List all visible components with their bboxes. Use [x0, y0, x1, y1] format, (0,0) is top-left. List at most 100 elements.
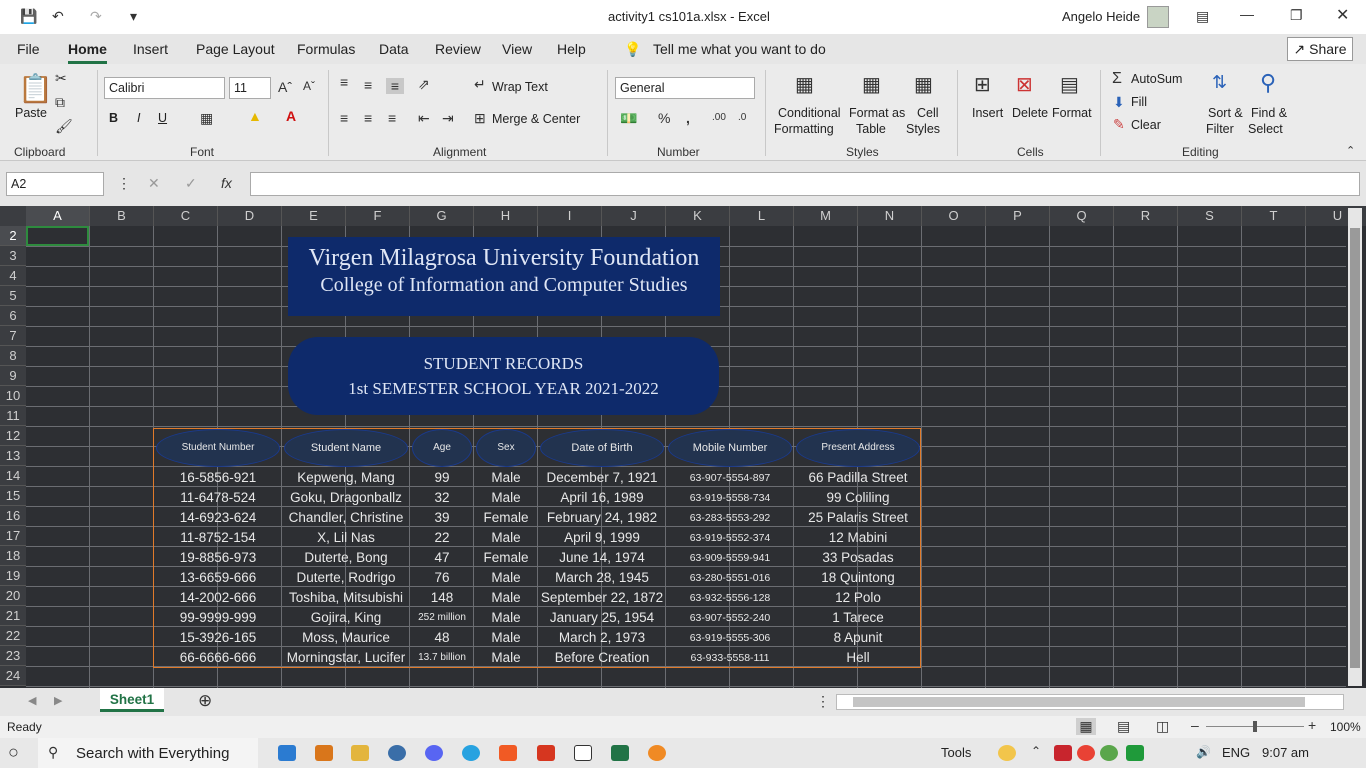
tab-home[interactable]: Home [68, 34, 107, 64]
sort-filter-label[interactable]: Sort & [1208, 106, 1243, 120]
search-app-icon[interactable] [648, 745, 666, 761]
align-middle-icon[interactable]: ≡ [364, 77, 372, 93]
row-header-10[interactable]: 10 [0, 386, 26, 406]
table-cell[interactable]: 33 Posadas [794, 548, 922, 568]
autosum-button[interactable]: AutoSum [1131, 72, 1182, 86]
table-cell[interactable]: Female [474, 548, 538, 568]
table-cell[interactable]: 63-907-5552-240 [666, 608, 794, 628]
close-icon[interactable]: ✕ [1336, 5, 1349, 25]
column-header-g[interactable]: G [410, 206, 474, 226]
increase-font-icon[interactable]: Aˆ [278, 79, 292, 95]
next-sheet-icon[interactable]: ▶ [54, 694, 62, 707]
row-header-12[interactable]: 12 [0, 426, 26, 446]
excel-icon[interactable] [611, 745, 629, 761]
active-cell-a2[interactable] [26, 226, 89, 246]
table-cell[interactable]: 76 [410, 568, 474, 588]
clear-button[interactable]: Clear [1131, 118, 1161, 132]
font-color-icon[interactable]: A [286, 108, 296, 124]
worksheet-grid[interactable]: ABCDEFGHIJKLMNOPQRSTU 2 3 4 5 6 7 8 9 10 11 12 13 14… [0, 206, 1366, 688]
table-cell[interactable]: 18 Quintong [794, 568, 922, 588]
table-cell[interactable]: 11-8752-154 [154, 528, 282, 548]
column-header-h[interactable]: H [474, 206, 538, 226]
table-cell[interactable]: 12 Polo [794, 588, 922, 608]
table-cell[interactable]: January 25, 1954 [538, 608, 666, 628]
zoom-slider-thumb[interactable] [1253, 721, 1257, 732]
row-header-16[interactable]: 16 [0, 506, 26, 526]
table-cell[interactable]: 15-3926-165 [154, 628, 282, 648]
vscode-icon[interactable] [278, 745, 296, 761]
delete-cells-button[interactable]: Delete [1012, 106, 1048, 120]
font-name-select[interactable]: Calibri [104, 77, 225, 99]
paste-button[interactable]: Paste [15, 106, 47, 120]
row-header-5[interactable]: 5 [0, 286, 26, 306]
table-cell[interactable]: Male [474, 468, 538, 488]
table-cell[interactable]: 14-6923-624 [154, 508, 282, 528]
insert-cells-button[interactable]: Insert [972, 106, 1003, 120]
table-cell[interactable]: Duterte, Rodrigo [282, 568, 410, 588]
tab-data[interactable]: Data [379, 34, 409, 64]
table-cell[interactable]: 148 [410, 588, 474, 608]
horizontal-scroll-thumb[interactable] [853, 697, 1305, 707]
notion-icon[interactable] [574, 745, 592, 761]
row-header-11[interactable]: 11 [0, 406, 26, 426]
horizontal-scrollbar[interactable] [836, 694, 1344, 710]
column-header-i[interactable]: I [538, 206, 602, 226]
row-header-22[interactable]: 22 [0, 626, 26, 646]
table-cell[interactable]: Male [474, 648, 538, 668]
volume-icon[interactable]: 🔊 [1196, 745, 1214, 761]
row-header-19[interactable]: 19 [0, 566, 26, 586]
decrease-font-icon[interactable]: Aˇ [303, 79, 315, 93]
row-header-2[interactable]: 2 [0, 226, 26, 246]
tab-formulas[interactable]: Formulas [297, 34, 355, 64]
table-cell[interactable]: 12 Mabini [794, 528, 922, 548]
table-cell[interactable]: Chandler, Christine [282, 508, 410, 528]
customize-qat-icon[interactable]: ▾ [130, 8, 137, 25]
align-right-icon[interactable]: ≡ [388, 110, 396, 126]
table-cell[interactable]: September 22, 1872 [538, 588, 666, 608]
table-cell[interactable]: February 24, 1982 [538, 508, 666, 528]
table-cell[interactable]: 25 Palaris Street [794, 508, 922, 528]
table-cell[interactable]: 16-5856-921 [154, 468, 282, 488]
row-header-24[interactable]: 24 [0, 666, 26, 686]
table-cell[interactable]: 99-9999-999 [154, 608, 282, 628]
row-header-23[interactable]: 23 [0, 646, 26, 666]
row-header-3[interactable]: 3 [0, 246, 26, 266]
vertical-scrollbar[interactable] [1348, 208, 1362, 686]
increase-indent-icon[interactable]: ⇥ [442, 110, 454, 127]
row-header-7[interactable]: 7 [0, 326, 26, 346]
align-top-icon[interactable]: ≡ [340, 74, 348, 90]
user-name[interactable]: Angelo Heide [1062, 0, 1140, 34]
font-size-select[interactable]: 11 [229, 77, 271, 99]
table-cell[interactable]: Male [474, 628, 538, 648]
table-cell[interactable]: 47 [410, 548, 474, 568]
increase-decimal-icon[interactable]: .00 [712, 112, 726, 123]
table-cell[interactable]: 66 Padilla Street [794, 468, 922, 488]
find-select-sublabel[interactable]: Select [1248, 122, 1283, 136]
row-header-9[interactable]: 9 [0, 366, 26, 386]
table-cell[interactable]: X, Lil Nas [282, 528, 410, 548]
table-cell[interactable]: Kepweng, Mang [282, 468, 410, 488]
column-header-q[interactable]: Q [1050, 206, 1114, 226]
format-as-table-label[interactable]: Format as [849, 106, 905, 120]
tray-green-icon[interactable] [1126, 745, 1144, 761]
accounting-format-icon[interactable]: 💵 [620, 110, 637, 127]
table-cell[interactable]: 99 [410, 468, 474, 488]
column-header-r[interactable]: R [1114, 206, 1178, 226]
table-cell[interactable]: 22 [410, 528, 474, 548]
bold-button[interactable]: B [109, 111, 118, 125]
column-header-e[interactable]: E [282, 206, 346, 226]
page-break-view-icon[interactable]: ◫ [1156, 718, 1169, 735]
comma-style-icon[interactable]: , [686, 110, 690, 126]
percent-style-icon[interactable]: % [658, 110, 670, 126]
network-app-icon[interactable] [1100, 745, 1118, 761]
name-box[interactable]: A2 [6, 172, 104, 196]
wrap-text-button[interactable]: Wrap Text [492, 80, 548, 94]
table-cell[interactable]: Gojira, King [282, 608, 410, 628]
table-cell[interactable]: 19-8856-973 [154, 548, 282, 568]
insert-function-button[interactable]: fx [221, 175, 232, 191]
table-cell[interactable]: June 14, 1974 [538, 548, 666, 568]
table-cell[interactable]: 8 Apunit [794, 628, 922, 648]
minimize-icon[interactable]: — [1240, 6, 1254, 22]
decrease-indent-icon[interactable]: ⇤ [418, 110, 430, 127]
align-center-icon[interactable]: ≡ [364, 110, 372, 126]
